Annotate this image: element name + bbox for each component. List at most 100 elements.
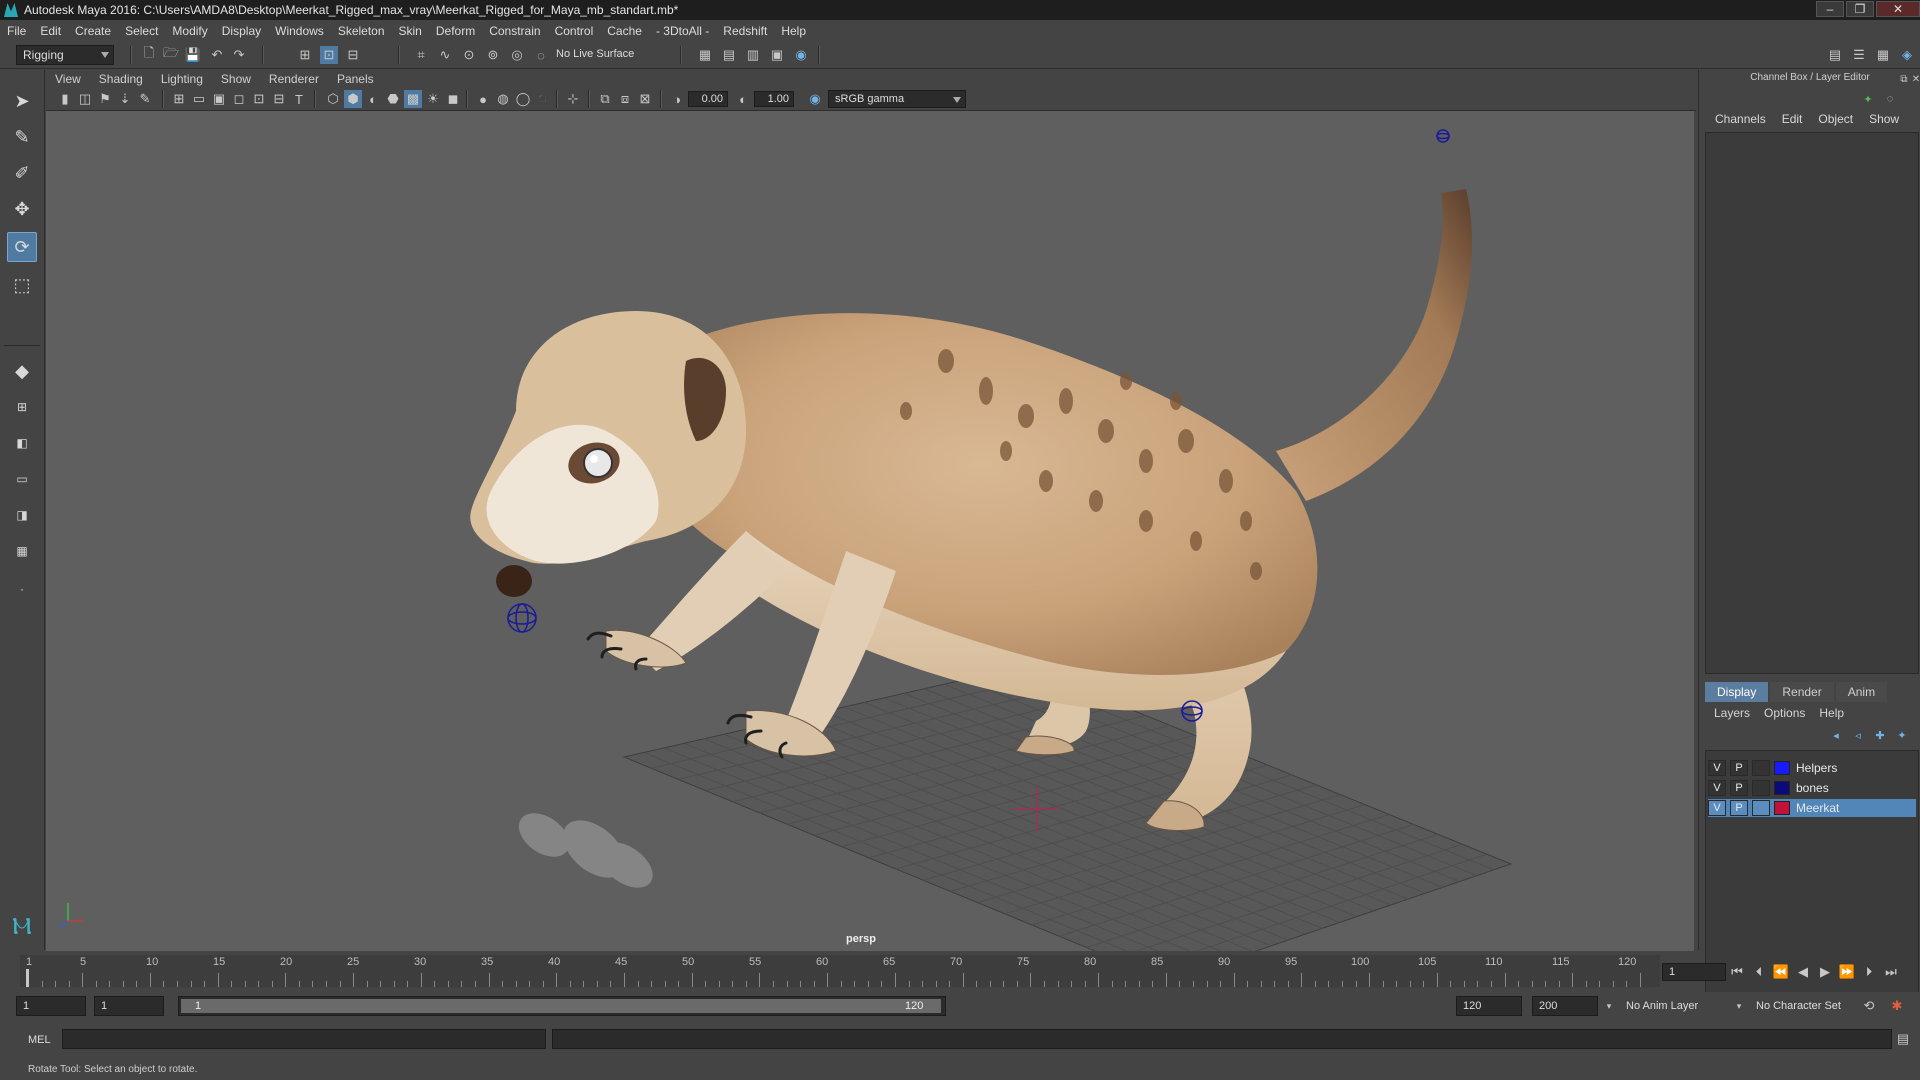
panel-menu-panels[interactable]: Panels <box>328 72 383 86</box>
layer-visibility-toggle[interactable]: V <box>1708 760 1726 776</box>
view-transform-dropdown[interactable]: sRGB gamma <box>828 90 966 108</box>
xray-icon[interactable]: ⧉ <box>596 90 614 108</box>
motion-blur-icon[interactable]: ◍ <box>494 90 512 108</box>
menu-create[interactable]: Create <box>68 24 118 38</box>
step-forward-frame-icon[interactable]: ⏵ <box>1860 963 1878 981</box>
channel-box-area[interactable] <box>1705 132 1919 674</box>
auto-key-icon[interactable]: ⟲ <box>1860 997 1878 1015</box>
chevron-down-icon[interactable]: ▾ <box>1600 997 1618 1015</box>
step-back-key-icon[interactable]: ⏪ <box>1772 963 1790 981</box>
preferences-icon[interactable]: ✱ <box>1888 997 1906 1015</box>
snap-together-icon[interactable]: ◌ <box>532 46 550 64</box>
select-component-icon[interactable]: ⊟ <box>344 46 362 64</box>
field-chart-icon[interactable]: ⊡ <box>250 90 268 108</box>
camera-icon[interactable]: ▮ <box>56 90 74 108</box>
layer-display-type[interactable] <box>1752 800 1770 816</box>
paint-select-tool-icon[interactable]: ✐ <box>7 158 37 188</box>
lasso-tool-icon[interactable]: ✎ <box>7 122 37 152</box>
command-language-label[interactable]: MEL <box>28 1034 51 1046</box>
menu-deform[interactable]: Deform <box>429 24 482 38</box>
chevron-down-icon[interactable]: ▾ <box>1730 997 1748 1015</box>
menu-select[interactable]: Select <box>118 24 165 38</box>
playback-end-field[interactable]: 120 <box>1456 996 1522 1016</box>
move-layer-up-icon[interactable]: ◂ <box>1827 726 1845 744</box>
new-layer-selected-icon[interactable]: ✦ <box>1893 726 1911 744</box>
color-management-icon[interactable]: ◉ <box>806 90 824 108</box>
channel-box-attr-icon[interactable]: ✦ <box>1859 90 1877 108</box>
attribute-editor-icon[interactable]: ☰ <box>1850 46 1868 64</box>
panel-menu-view[interactable]: View <box>46 72 90 86</box>
xray-components-icon[interactable]: ⊠ <box>636 90 654 108</box>
default-material-icon[interactable]: ◐ <box>364 90 382 108</box>
four-view-layout-icon[interactable]: ⊞ <box>7 396 37 418</box>
layer-color-swatch[interactable] <box>1774 801 1790 815</box>
current-frame-value[interactable]: 1 <box>1662 963 1726 981</box>
anim-layer-dropdown[interactable]: No Anim Layer <box>1626 1000 1698 1012</box>
lights-icon[interactable]: ☀ <box>424 90 442 108</box>
menu-edit[interactable]: Edit <box>33 24 68 38</box>
gate-mask-icon[interactable]: ◻ <box>230 90 248 108</box>
bookmark-icon[interactable]: ⚑ <box>96 90 114 108</box>
snap-surface-icon[interactable]: ◎ <box>508 46 526 64</box>
new-scene-icon[interactable]: 🗋 <box>140 45 158 64</box>
tab-render[interactable]: Render <box>1770 682 1834 702</box>
wireframe-on-shaded-icon[interactable]: ⬣ <box>384 90 402 108</box>
menu-modify[interactable]: Modify <box>165 24 214 38</box>
le-menu-layers[interactable]: Layers <box>1707 706 1757 720</box>
render-view-icon[interactable]: ▦ <box>696 46 714 64</box>
layer-row[interactable]: V P Helpers <box>1708 759 1916 777</box>
grid-icon[interactable]: ⊞ <box>170 90 188 108</box>
wireframe-icon[interactable]: ⬡ <box>324 90 342 108</box>
safe-title-icon[interactable]: T <box>290 90 308 108</box>
select-object-icon[interactable]: ⊡ <box>320 46 338 64</box>
command-input[interactable] <box>62 1029 546 1049</box>
tab-display[interactable]: Display <box>1705 682 1769 702</box>
render-settings-icon[interactable]: ▣ <box>768 46 786 64</box>
textured-icon[interactable]: ▩ <box>404 90 422 108</box>
single-perspective-layout-icon[interactable]: ◆ <box>7 356 37 386</box>
smooth-shade-icon[interactable]: ⬢ <box>344 90 362 108</box>
snap-curve-icon[interactable]: ∿ <box>436 46 454 64</box>
cb-menu-edit[interactable]: Edit <box>1774 112 1811 126</box>
minimize-button[interactable]: – <box>1816 1 1844 17</box>
current-frame-field[interactable]: 1 <box>1662 963 1726 981</box>
persp-graph-layout-icon[interactable]: ▭ <box>7 468 37 490</box>
le-menu-options[interactable]: Options <box>1757 706 1812 720</box>
cb-menu-show[interactable]: Show <box>1861 112 1907 126</box>
channel-box-tool-icon[interactable]: ◌ <box>1881 90 1899 108</box>
expand-toolbox-icon[interactable]: · <box>7 578 37 600</box>
panel-menu-renderer[interactable]: Renderer <box>260 72 328 86</box>
panel-menu-shading[interactable]: Shading <box>90 72 152 86</box>
depth-of-field-icon[interactable]: ◾ <box>534 90 552 108</box>
script-editor-icon[interactable]: ▤ <box>1894 1030 1912 1048</box>
channel-box-icon[interactable]: ◈ <box>1898 46 1916 64</box>
select-hierarchy-icon[interactable]: ⊞ <box>296 46 314 64</box>
image-plane-icon[interactable]: ⇣ <box>116 90 134 108</box>
resolution-gate-icon[interactable]: ▣ <box>210 90 228 108</box>
rotate-tool-icon[interactable]: ⟳ <box>7 232 37 262</box>
layer-row[interactable]: V P bones <box>1708 779 1916 797</box>
move-tool-icon[interactable]: ✥ <box>7 194 37 224</box>
scale-tool-icon[interactable]: ⬚ <box>7 270 37 300</box>
camera-attributes-icon[interactable]: ◫ <box>76 90 94 108</box>
film-gate-icon[interactable]: ▭ <box>190 90 208 108</box>
go-to-start-icon[interactable]: ⏮ <box>1728 963 1746 981</box>
shadows-icon[interactable]: ◼ <box>444 90 462 108</box>
uv-editor-layout-icon[interactable]: ▦ <box>7 540 37 562</box>
layer-color-swatch[interactable] <box>1774 781 1790 795</box>
xray-joints-icon[interactable]: ⧈ <box>616 90 634 108</box>
layer-display-type[interactable] <box>1752 760 1770 776</box>
layer-playback-toggle[interactable]: P <box>1730 760 1748 776</box>
time-slider[interactable]: 1 5 10 15 20 25 30 35 40 45 50 55 60 65 … <box>20 955 1660 987</box>
menu-windows[interactable]: Windows <box>268 24 331 38</box>
antialiasing-icon[interactable]: ◯ <box>514 90 532 108</box>
snap-view-icon[interactable]: ⊚ <box>484 46 502 64</box>
snap-grid-icon[interactable]: ⌗ <box>412 46 430 64</box>
panel-menu-lighting[interactable]: Lighting <box>152 72 212 86</box>
range-slider[interactable]: 1 120 <box>178 996 946 1016</box>
tab-anim[interactable]: Anim <box>1835 682 1888 702</box>
exposure-field[interactable]: 0.00 <box>688 91 728 107</box>
step-forward-key-icon[interactable]: ⏩ <box>1838 963 1856 981</box>
character-set-dropdown[interactable]: No Character Set <box>1756 1000 1841 1012</box>
layer-playback-toggle[interactable]: P <box>1730 800 1748 816</box>
